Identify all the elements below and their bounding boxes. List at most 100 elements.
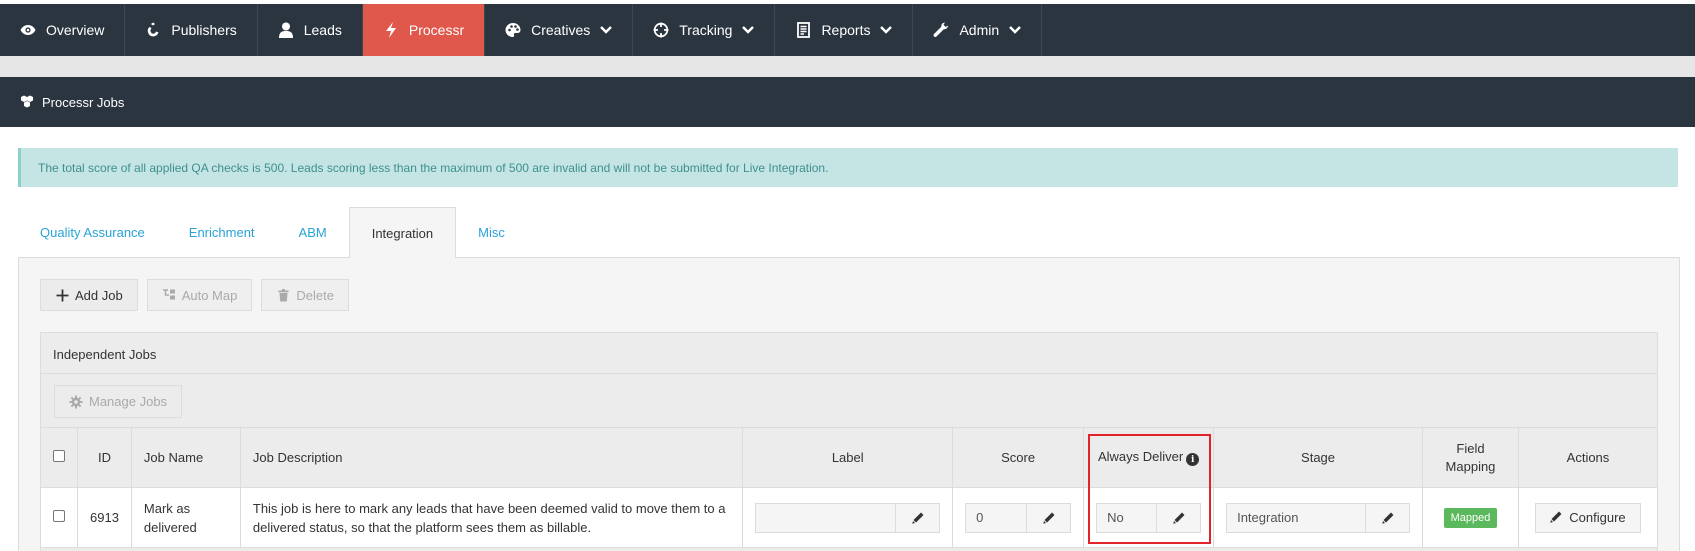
job-toolbar: Add Job Auto Map Delete [40, 279, 349, 311]
mapping-cell: Mapped [1422, 487, 1519, 548]
delete-button[interactable]: Delete [261, 279, 349, 311]
stage-value: Integration [1227, 503, 1365, 532]
actions-cell: Configure [1517, 487, 1659, 548]
select-all-cell [40, 427, 78, 488]
chevron-down-icon [880, 26, 893, 34]
tab-abm[interactable]: ABM [277, 207, 349, 258]
chevron-down-icon [742, 26, 755, 34]
chevron-down-icon [1009, 26, 1022, 34]
configure-button[interactable]: Configure [1535, 502, 1641, 533]
label-value [756, 503, 896, 532]
row-checkbox[interactable] [53, 510, 65, 522]
palette-icon [505, 22, 521, 38]
table-header-row: ID Job Name Job Description Label Score … [40, 427, 1659, 488]
chevron-down-icon [600, 26, 613, 34]
trash-icon [276, 288, 290, 302]
nav-reports-label: Reports [821, 22, 871, 38]
crosshair-icon [653, 22, 669, 38]
nav-admin-label: Admin [959, 22, 1000, 38]
nav-leads-label: Leads [303, 22, 342, 38]
always-deliver-value: No [1097, 503, 1157, 532]
nav-publishers[interactable]: Publishers [125, 4, 258, 56]
tab-quality-assurance[interactable]: Quality Assurance [18, 207, 167, 258]
gear-icon [69, 395, 83, 409]
manage-jobs-label: Manage Jobs [89, 394, 168, 409]
nav-overview-label: Overview [46, 22, 105, 38]
col-label[interactable]: Label [742, 427, 954, 488]
pencil-icon [1550, 511, 1563, 524]
add-job-label: Add Job [75, 287, 123, 303]
edit-stage-button[interactable] [1365, 503, 1409, 532]
col-id[interactable]: ID [77, 427, 132, 488]
nav-creatives[interactable]: Creatives [485, 4, 634, 56]
stage-editor: Integration [1226, 502, 1410, 533]
page-title: Processr Jobs [42, 94, 125, 110]
always-deliver-cell: No [1083, 487, 1215, 548]
col-job-name[interactable]: Job Name [130, 427, 241, 488]
col-stage[interactable]: Stage [1213, 427, 1423, 488]
info-icon[interactable]: i [1186, 453, 1200, 467]
tab-integration[interactable]: Integration [348, 207, 457, 258]
auto-map-label: Auto Map [181, 287, 238, 303]
col-always-deliver[interactable]: Always Deliver i [1083, 427, 1215, 488]
select-all-checkbox[interactable] [53, 450, 65, 462]
col-score[interactable]: Score [952, 427, 1085, 488]
nav-publishers-label: Publishers [171, 22, 237, 38]
wrench-icon [933, 22, 949, 38]
nav-leads[interactable]: Leads [258, 4, 363, 56]
edit-label-button[interactable] [895, 503, 940, 532]
score-cell: 0 [952, 487, 1085, 548]
jobs-divider [41, 373, 1657, 374]
nav-tracking[interactable]: Tracking [633, 4, 776, 56]
col-actions: Actions [1517, 427, 1659, 488]
nav-overview[interactable]: Overview [0, 4, 126, 56]
nav-processr[interactable]: Processr [362, 4, 486, 56]
auto-map-icon [162, 288, 176, 302]
nav-admin[interactable]: Admin [913, 4, 1043, 56]
delete-label: Delete [296, 287, 334, 303]
plus-icon [55, 288, 69, 302]
cubes-icon [20, 95, 34, 109]
edit-always-deliver-button[interactable] [1156, 503, 1201, 532]
header-gap [0, 56, 1695, 77]
pencil-icon [1042, 512, 1055, 524]
pencil-icon [1172, 512, 1185, 524]
nav-creatives-label: Creatives [531, 22, 591, 38]
label-cell [742, 487, 954, 548]
alert-text: The total score of all applied QA checks… [38, 160, 829, 175]
nav-tracking-label: Tracking [679, 22, 733, 38]
table-row: 6913 Mark as delivered This job is here … [40, 487, 1659, 548]
user-icon [278, 22, 294, 38]
nav-processr-label: Processr [408, 22, 465, 38]
stage-cell: Integration [1213, 487, 1423, 548]
job-name: Mark as delivered [130, 487, 241, 548]
publishers-icon [145, 22, 161, 38]
configure-label: Configure [1569, 510, 1626, 525]
score-value: 0 [966, 503, 1027, 532]
main-nav: Overview Publishers Leads Processr Creat… [0, 4, 1695, 56]
col-job-description[interactable]: Job Description [239, 427, 744, 488]
edit-score-button[interactable] [1026, 503, 1071, 532]
add-job-button[interactable]: Add Job [40, 279, 138, 311]
pencil-icon [1381, 512, 1393, 524]
mapping-badge: Mapped [1443, 507, 1498, 528]
job-tabs: Quality Assurance Enrichment ABM Integra… [18, 207, 527, 258]
row-select-cell [40, 487, 78, 548]
pencil-icon [911, 512, 924, 524]
job-id: 6913 [77, 487, 132, 548]
qa-info-alert: The total score of all applied QA checks… [18, 148, 1678, 187]
score-editor: 0 [965, 502, 1072, 533]
always-deliver-label: Always Deliver [1097, 448, 1184, 464]
col-field-mapping[interactable]: Field Mapping [1422, 427, 1519, 488]
report-icon [795, 22, 811, 38]
eye-icon [20, 22, 36, 38]
always-deliver-editor: No [1096, 502, 1202, 533]
job-description: This job is here to mark any leads that … [239, 487, 744, 548]
label-editor [755, 502, 941, 533]
auto-map-button[interactable]: Auto Map [146, 279, 253, 311]
tab-misc[interactable]: Misc [456, 207, 527, 258]
nav-reports[interactable]: Reports [775, 4, 914, 56]
manage-jobs-button[interactable]: Manage Jobs [54, 385, 183, 418]
jobs-table: ID Job Name Job Description Label Score … [40, 427, 1659, 548]
tab-enrichment[interactable]: Enrichment [167, 207, 277, 258]
